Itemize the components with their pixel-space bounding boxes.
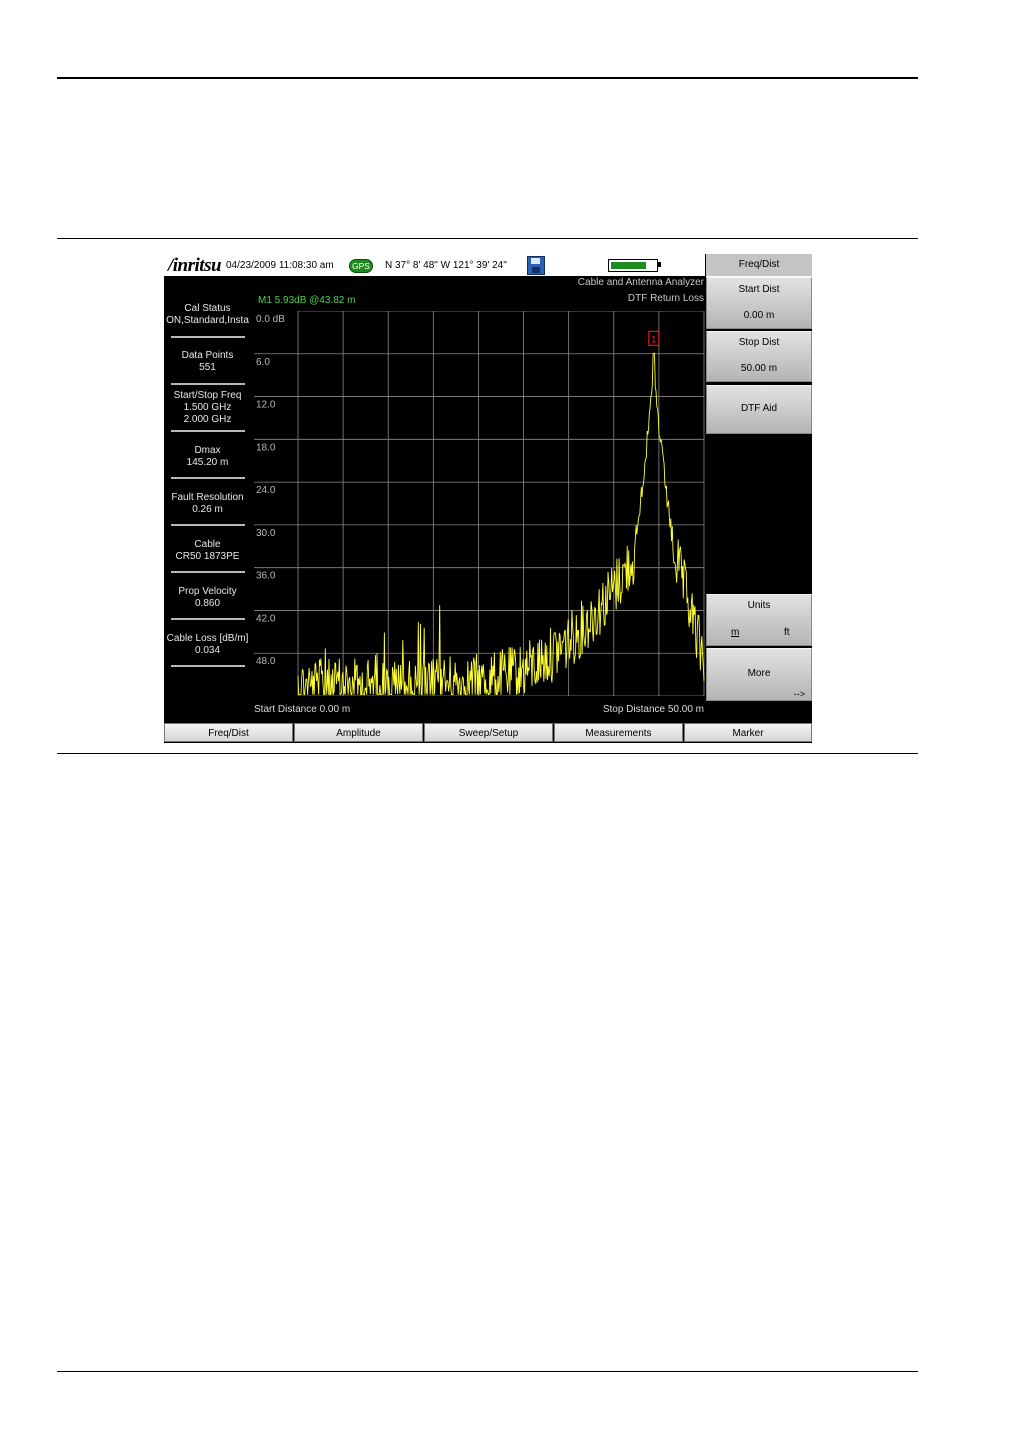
stop-dist-button[interactable]: Stop Dist 50.00 m xyxy=(706,331,812,382)
battery-icon xyxy=(608,259,658,272)
param-divider xyxy=(171,336,245,338)
param-label: Start/Stop Freq xyxy=(173,390,242,401)
measurement-title: DTF Return Loss xyxy=(627,293,704,304)
param-value: ON,Standard,Insta xyxy=(166,315,249,326)
tab-sweep-setup[interactable]: Sweep/Setup xyxy=(424,723,553,742)
y-tick-label: 18.0 xyxy=(256,442,276,453)
tab-amplitude[interactable]: Amplitude xyxy=(294,723,423,742)
mode-title: Cable and Antenna Analyzer xyxy=(577,277,704,288)
param-divider xyxy=(171,477,245,479)
start-dist-label: Start Dist xyxy=(738,284,780,295)
battery-fill xyxy=(611,262,646,269)
param-data-points: Data Points 551 xyxy=(164,350,251,374)
chart-grid xyxy=(254,311,705,696)
stop-distance-label: Stop Distance 50.00 m xyxy=(602,704,704,715)
dtf-aid-button[interactable]: DTF Aid xyxy=(706,385,812,434)
param-value: 0.034 xyxy=(194,645,221,656)
y-tick-label: 30.0 xyxy=(256,528,276,539)
param-start-stop-freq: Start/Stop Freq 1.500 GHz 2.000 GHz xyxy=(164,390,251,426)
y-tick-label: 42.0 xyxy=(256,613,276,624)
param-cal-status: Cal Status ON,Standard,Insta xyxy=(164,303,251,327)
param-fault-resolution: Fault Resolution 0.26 m xyxy=(164,492,251,516)
gps-coordinates: N 37° 8' 48" W 121° 39' 24" xyxy=(385,260,507,271)
param-divider xyxy=(171,571,245,573)
y-tick-label: 48.0 xyxy=(256,656,276,667)
units-label: Units xyxy=(747,600,771,611)
datetime: 04/23/2009 11:08:30 am xyxy=(226,260,334,271)
param-label: Dmax xyxy=(194,445,221,456)
marker-readout: M1 5.93dB @43.82 m xyxy=(258,295,356,306)
param-label: Cable Loss [dB/m] xyxy=(166,633,249,644)
param-divider xyxy=(171,618,245,620)
y-tick-label: 24.0 xyxy=(256,485,276,496)
more-arrow-icon: --> xyxy=(793,689,805,699)
save-icon[interactable] xyxy=(527,256,545,275)
param-divider xyxy=(171,383,245,385)
start-dist-button[interactable]: Start Dist 0.00 m xyxy=(706,277,812,329)
param-label: Fault Resolution xyxy=(171,492,244,503)
param-label: Cal Status xyxy=(184,303,231,314)
more-label: More xyxy=(747,668,771,679)
param-value: CR50 1873PE xyxy=(175,551,240,562)
start-dist-value: 0.00 m xyxy=(743,310,775,321)
y-tick-label: 6.0 xyxy=(256,357,270,368)
units-option-m[interactable]: m xyxy=(731,627,739,638)
param-divider xyxy=(171,430,245,432)
marker-label: 1 xyxy=(651,334,656,344)
param-label: Cable xyxy=(194,539,221,550)
softkey-menu-title: Freq/Dist xyxy=(706,254,812,277)
footer-rule xyxy=(57,1371,918,1372)
more-button[interactable]: More --> xyxy=(706,648,812,701)
top-rule xyxy=(57,77,918,79)
param-value: 0.860 xyxy=(194,598,221,609)
tab-measurements[interactable]: Measurements xyxy=(554,723,683,742)
figure-bottom-rule xyxy=(57,753,918,754)
trace-line xyxy=(297,352,705,696)
status-bar: /inritsu 04/23/2009 11:08:30 am GPS N 37… xyxy=(164,254,705,277)
units-option-ft[interactable]: ft xyxy=(784,627,790,638)
tab-freq-dist[interactable]: Freq/Dist xyxy=(164,723,293,742)
y-tick-label: 12.0 xyxy=(256,400,276,411)
figure-top-rule xyxy=(57,238,918,239)
brand-logo: /inritsu xyxy=(168,255,222,276)
dtf-aid-label: DTF Aid xyxy=(740,403,778,414)
gps-badge: GPS xyxy=(349,259,373,273)
param-cable-loss: Cable Loss [dB/m] 0.034 xyxy=(164,633,251,657)
marker-1: 1 xyxy=(648,330,660,346)
y-tick-label: 36.0 xyxy=(256,571,276,582)
stop-dist-label: Stop Dist xyxy=(738,337,780,348)
param-value: 551 xyxy=(199,362,216,373)
param-dmax: Dmax 145.20 m xyxy=(164,445,251,469)
param-prop-velocity: Prop Velocity 0.860 xyxy=(164,586,251,610)
start-distance-label: Start Distance 0.00 m xyxy=(254,704,351,715)
analyzer-screen: /inritsu 04/23/2009 11:08:30 am GPS N 37… xyxy=(164,254,812,743)
y-tick-labels: 0.0 dB 6.0 12.0 18.0 24.0 30.0 36.0 42.0 48.0 xyxy=(256,314,285,667)
param-label: Prop Velocity xyxy=(178,586,237,597)
units-toggle[interactable]: Units m ft xyxy=(706,594,812,646)
stop-dist-value: 50.00 m xyxy=(740,363,778,374)
y-tick-label: 0.0 dB xyxy=(256,314,285,325)
param-value: 1.500 GHz xyxy=(183,402,232,413)
param-value-2: 2.000 GHz xyxy=(183,414,232,425)
param-value: 0.26 m xyxy=(192,504,223,515)
dtf-trace-chart[interactable]: 0.0 dB 6.0 12.0 18.0 24.0 30.0 36.0 42.0 48.0 1 xyxy=(254,311,706,696)
param-divider xyxy=(171,524,245,526)
param-cable: Cable CR50 1873PE xyxy=(164,539,251,563)
battery-tip xyxy=(658,262,661,267)
param-value: 145.20 m xyxy=(186,457,229,468)
param-divider xyxy=(171,665,245,667)
param-label: Data Points xyxy=(181,350,234,361)
tab-marker[interactable]: Marker xyxy=(684,723,812,742)
